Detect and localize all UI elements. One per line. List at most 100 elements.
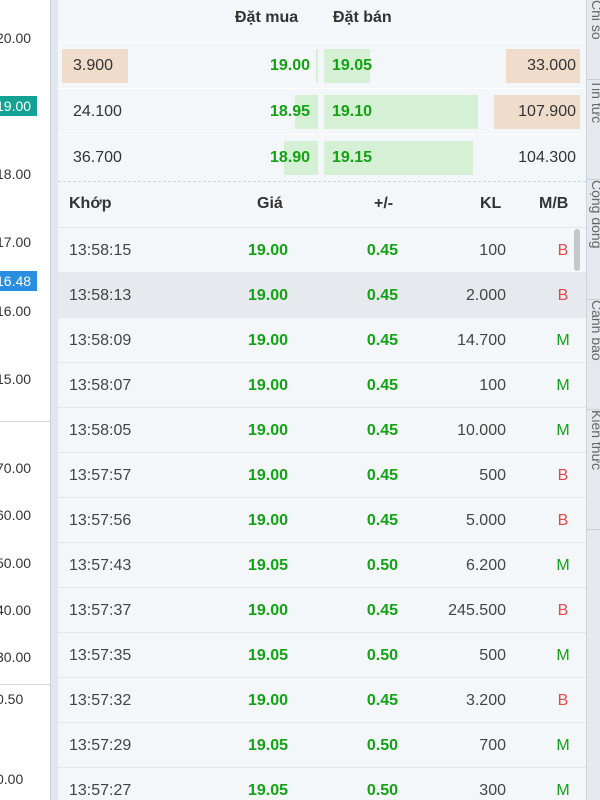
tab-label: Tin tức <box>589 80 600 124</box>
trade-change: 0.45 <box>366 602 398 619</box>
trade-price: 19.05 <box>247 737 288 754</box>
trade-row[interactable]: 13:57:32 19.00 0.45 3.200 B <box>58 677 586 722</box>
trade-price: 19.00 <box>247 602 288 619</box>
trades-header: Khớp Giá +/- KL M/B <box>58 182 586 227</box>
side-tabs: Chỉ số Tin tức Cộng đồng Cảnh báo Kiến t… <box>586 0 600 800</box>
tab-label: Cảnh báo <box>589 300 600 361</box>
trade-time: 13:57:29 <box>69 737 132 754</box>
trade-time: 13:58:09 <box>69 332 132 349</box>
orderbook-row[interactable]: 36.700 18.90 19.15 104.300 <box>58 134 586 179</box>
trade-side: B <box>557 512 569 529</box>
trade-price: 19.05 <box>247 647 288 664</box>
trade-time: 13:58:05 <box>69 422 132 439</box>
trade-volume: 3.200 <box>465 692 506 709</box>
trade-price: 19.00 <box>247 287 288 304</box>
time-column-header[interactable]: Khớp <box>69 195 111 213</box>
tab-label: Chỉ số <box>589 0 600 40</box>
trade-side: M <box>556 332 570 349</box>
volume-column-header[interactable]: KL <box>480 195 501 213</box>
trade-volume: 700 <box>479 737 506 754</box>
trade-row[interactable]: 13:58:13 19.00 0.45 2.000 B <box>58 272 586 317</box>
trade-time: 13:57:57 <box>69 467 132 484</box>
axis-divider <box>0 421 50 422</box>
trade-side: M <box>556 557 570 574</box>
trade-price: 19.00 <box>247 692 288 709</box>
ask-header: Đặt bán <box>333 9 392 26</box>
bid-volume: 3.900 <box>73 57 114 74</box>
trade-volume: 500 <box>479 467 506 484</box>
trade-price: 19.00 <box>247 377 288 394</box>
trade-change: 0.45 <box>366 467 398 484</box>
bid-price: 19.00 <box>269 57 310 74</box>
trade-change: 0.45 <box>366 377 398 394</box>
side-column-header[interactable]: M/B <box>539 195 568 213</box>
order-panel: Đặt mua Đặt bán 3.900 19.00 19.05 33.000 24.… <box>58 0 586 800</box>
trade-row[interactable]: 13:57:37 19.00 0.45 245.500 B <box>58 587 586 632</box>
bid-volume: 24.100 <box>73 103 122 120</box>
trade-time: 13:57:27 <box>69 782 132 799</box>
trade-volume: 5.000 <box>465 512 506 529</box>
trade-volume: 100 <box>479 242 506 259</box>
ask-price: 19.10 <box>332 103 373 120</box>
axis-label: 16.00 <box>0 303 32 319</box>
trade-volume: 2.000 <box>465 287 506 304</box>
tab-chi-so[interactable]: Chỉ số <box>587 0 600 80</box>
trade-row[interactable]: 13:57:43 19.05 0.50 6.200 M <box>58 542 586 587</box>
axis-label: 17.00 <box>0 234 32 250</box>
trade-row[interactable]: 13:57:56 19.00 0.45 5.000 B <box>58 497 586 542</box>
ask-price: 19.15 <box>332 149 373 166</box>
trade-volume: 100 <box>479 377 506 394</box>
tab-cong-dong[interactable]: Cộng đồng <box>587 180 600 300</box>
trade-price: 19.05 <box>247 782 288 799</box>
axis-label: 15.00 <box>0 371 32 387</box>
ask-price: 19.05 <box>332 57 373 74</box>
trade-price: 19.00 <box>247 422 288 439</box>
trade-price: 19.05 <box>247 557 288 574</box>
trades-scrollbar[interactable] <box>574 229 580 271</box>
trade-row[interactable]: 13:58:07 19.00 0.45 100 M <box>58 362 586 407</box>
panel-resize-handle[interactable] <box>50 0 58 800</box>
trade-side: M <box>556 737 570 754</box>
trade-volume: 6.200 <box>465 557 506 574</box>
trade-change: 0.50 <box>366 737 398 754</box>
trade-side: M <box>556 782 570 799</box>
trade-row[interactable]: 13:57:27 19.05 0.50 300 M <box>58 767 586 800</box>
price-column-header[interactable]: Giá <box>257 195 283 213</box>
trade-time: 13:57:43 <box>69 557 132 574</box>
axis-label: 0.00 <box>0 771 24 787</box>
trade-change: 0.45 <box>366 692 398 709</box>
orderbook-row[interactable]: 24.100 18.95 19.10 107.900 <box>58 88 586 133</box>
tab-canh-bao[interactable]: Cảnh báo <box>587 300 600 410</box>
trade-time: 13:57:35 <box>69 647 132 664</box>
trade-change: 0.50 <box>366 647 398 664</box>
trade-change: 0.45 <box>366 512 398 529</box>
axis-label: 0.50 <box>0 691 24 707</box>
trade-row[interactable]: 13:57:57 19.00 0.45 500 B <box>58 452 586 497</box>
trade-price: 19.00 <box>247 242 288 259</box>
trade-row[interactable]: 13:57:35 19.05 0.50 500 M <box>58 632 586 677</box>
axis-label: 20.00 <box>0 30 32 46</box>
hover-price-badge: 16.48 <box>0 271 38 291</box>
axis-label: 18.00 <box>0 166 32 182</box>
trade-row[interactable]: 13:58:09 19.00 0.45 14.700 M <box>58 317 586 362</box>
trade-side: B <box>557 287 569 304</box>
trade-change: 0.45 <box>366 287 398 304</box>
trade-time: 13:57:56 <box>69 512 132 529</box>
tab-label: Cộng đồng <box>589 180 600 249</box>
trade-row[interactable]: 13:57:29 19.05 0.50 700 M <box>58 722 586 767</box>
trade-time: 13:58:15 <box>69 242 132 259</box>
current-price-badge: 19.00 <box>0 96 38 116</box>
trade-price: 19.00 <box>247 512 288 529</box>
change-column-header[interactable]: +/- <box>374 195 393 213</box>
trade-row[interactable]: 13:58:15 19.00 0.45 100 B <box>58 227 586 272</box>
trade-change: 0.45 <box>366 422 398 439</box>
trade-price: 19.00 <box>247 467 288 484</box>
bid-depth-bar <box>316 49 318 83</box>
bid-price: 18.95 <box>269 103 310 120</box>
trade-change: 0.45 <box>366 332 398 349</box>
tab-kien-thuc[interactable]: Kiến thức <box>587 410 600 530</box>
trade-side: B <box>557 602 569 619</box>
tab-tin-tuc[interactable]: Tin tức <box>587 80 600 180</box>
trade-row[interactable]: 13:58:05 19.00 0.45 10.000 M <box>58 407 586 452</box>
orderbook-row[interactable]: 3.900 19.00 19.05 33.000 <box>58 42 586 87</box>
